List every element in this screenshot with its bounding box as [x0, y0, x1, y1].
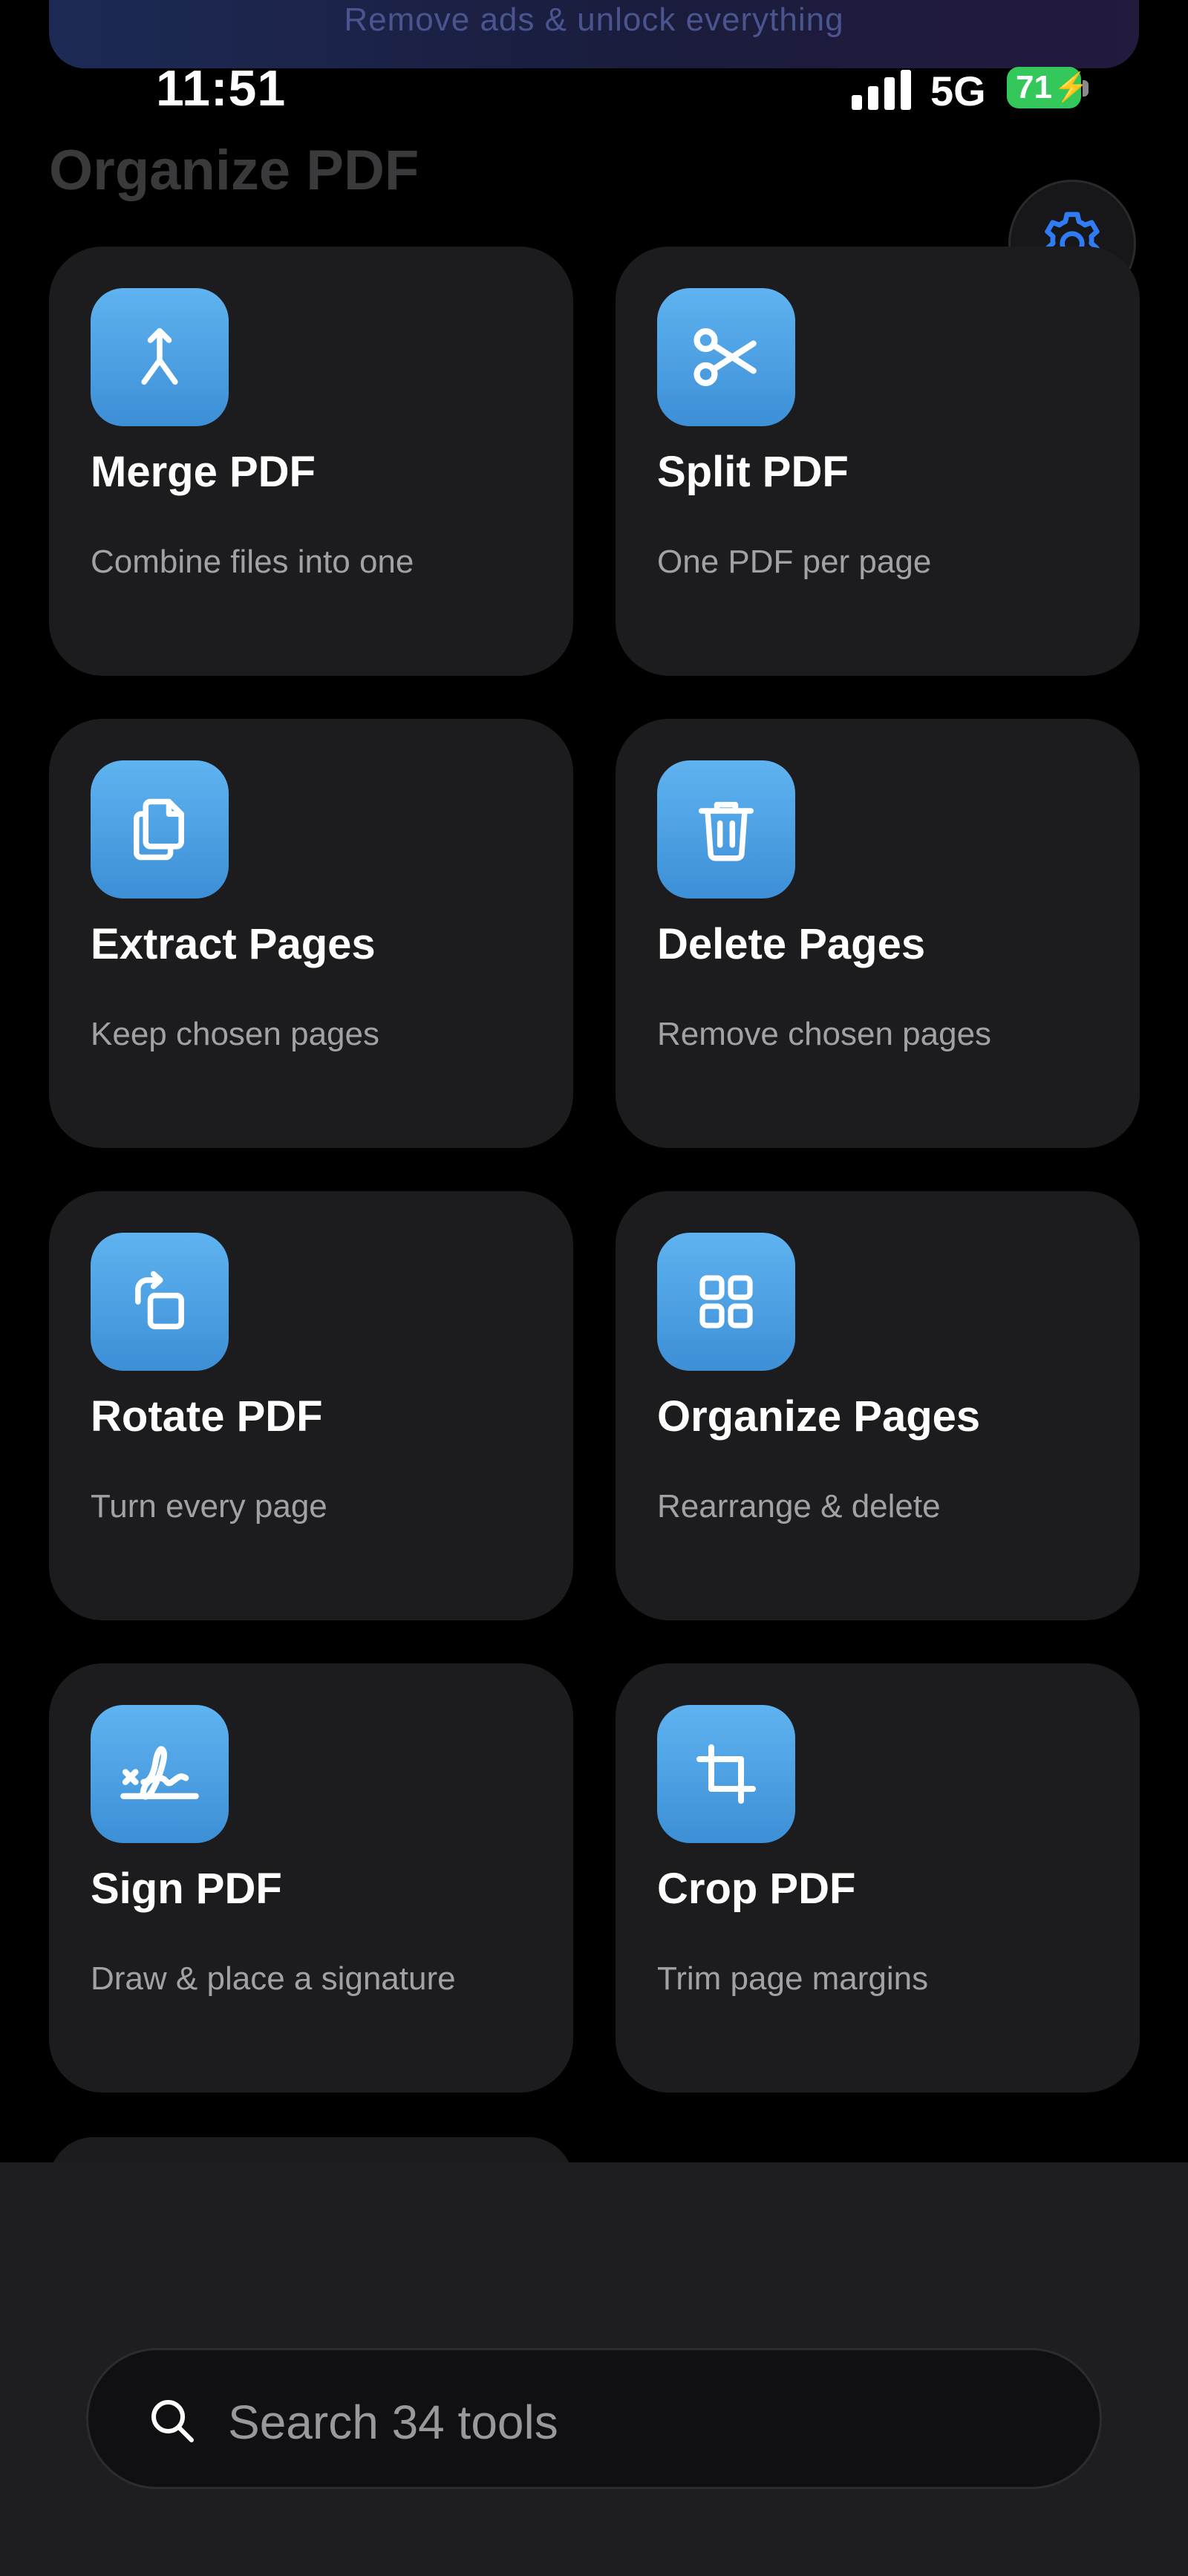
tool-card-rotate-pdf[interactable]: Rotate PDF Turn every page: [49, 1191, 573, 1620]
tool-title: Merge PDF: [91, 448, 316, 496]
page-title: Organize PDF: [49, 139, 420, 202]
tool-card-delete-pages[interactable]: Delete Pages Remove chosen pages: [616, 719, 1140, 1148]
search-input[interactable]: Search 34 tools: [228, 2395, 558, 2450]
tool-title: Sign PDF: [91, 1865, 282, 1913]
tool-card-extract-pages[interactable]: Extract Pages Keep chosen pages: [49, 719, 573, 1148]
rotate-icon: [91, 1233, 229, 1371]
tool-title: Crop PDF: [657, 1865, 856, 1913]
tool-title: Organize Pages: [657, 1392, 981, 1441]
status-bar: 11:51 5G 71 ⚡: [0, 0, 1188, 134]
tool-subtitle: Rearrange & delete: [657, 1488, 941, 1525]
tool-card-merge-pdf[interactable]: Merge PDF Combine files into one: [49, 247, 573, 676]
tool-subtitle: Trim page margins: [657, 1960, 929, 1997]
tool-subtitle: Draw & place a signature: [91, 1960, 456, 1997]
search-icon: [151, 2400, 194, 2442]
tool-card-sign-pdf[interactable]: Sign PDF Draw & place a signature: [49, 1663, 573, 2093]
network-type: 5G: [930, 68, 986, 114]
status-time: 11:51: [156, 60, 287, 117]
crop-icon: [657, 1705, 795, 1843]
cellular-signal-icon: [852, 70, 911, 110]
tool-subtitle: One PDF per page: [657, 544, 932, 580]
tool-card-crop-pdf[interactable]: Crop PDF Trim page margins: [616, 1663, 1140, 2093]
battery-cap: [1083, 80, 1089, 97]
tool-subtitle: Turn every page: [91, 1488, 327, 1525]
tool-title: Delete Pages: [657, 920, 926, 968]
grid-icon: [657, 1233, 795, 1371]
trash-icon: [657, 760, 795, 899]
battery-icon: 71 ⚡: [1007, 67, 1089, 108]
tool-card-split-pdf[interactable]: Split PDF One PDF per page: [616, 247, 1140, 676]
tool-subtitle: Remove chosen pages: [657, 1016, 992, 1052]
tool-subtitle: Combine files into one: [91, 544, 414, 580]
search-bar[interactable]: Search 34 tools: [86, 2348, 1102, 2489]
tool-title: Split PDF: [657, 448, 849, 496]
battery-level: 71: [1016, 69, 1052, 105]
tool-subtitle: Keep chosen pages: [91, 1016, 379, 1052]
signature-icon: [91, 1705, 229, 1843]
tool-title: Rotate PDF: [91, 1392, 323, 1441]
tool-title: Extract Pages: [91, 920, 376, 968]
tool-card-organize-pages[interactable]: Organize Pages Rearrange & delete: [616, 1191, 1140, 1620]
copy-pages-icon: [91, 760, 229, 899]
merge-icon: [91, 288, 229, 426]
scissors-icon: [657, 288, 795, 426]
